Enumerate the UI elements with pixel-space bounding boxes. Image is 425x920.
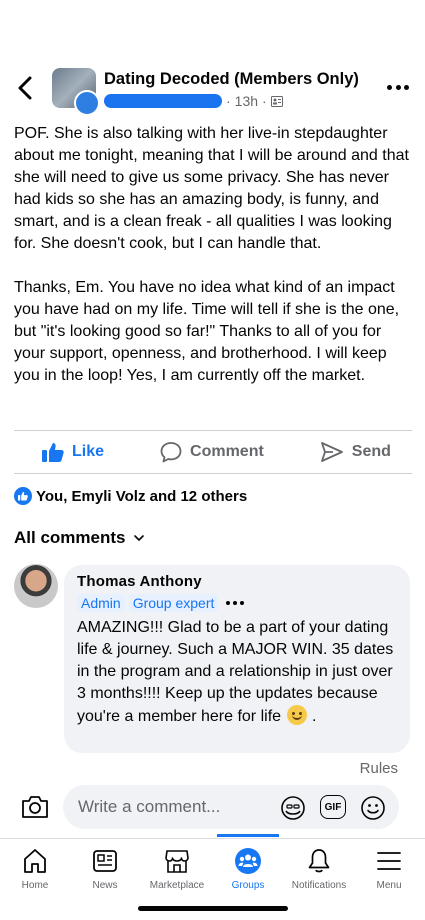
smile-emoji-icon	[287, 705, 308, 725]
divider	[14, 430, 412, 431]
comment-author[interactable]: Thomas Anthony	[77, 573, 398, 590]
post-actions: Like Comment Send	[14, 432, 412, 472]
home-indicator	[138, 906, 288, 911]
meta-separator: ·	[262, 93, 267, 109]
reactions-text: You, Emyli Volz and 12 others	[36, 487, 248, 505]
tab-label: News	[92, 880, 118, 891]
comment-bubble: Thomas Anthony Admin Group expert AMAZIN…	[64, 565, 410, 753]
chevron-down-icon	[134, 535, 145, 541]
tab-label: Menu	[376, 880, 402, 891]
bell-icon	[308, 849, 330, 873]
gif-label: GIF	[324, 801, 342, 813]
more-options-icon[interactable]	[387, 76, 409, 98]
author-avatar[interactable]	[74, 90, 100, 116]
comment-badges: Admin Group expert	[77, 593, 398, 613]
tab-label: Groups	[231, 880, 265, 891]
redacted-author-name	[104, 94, 222, 108]
bottom-tab-bar: Home News Marketplace Groups Notificatio…	[0, 838, 425, 898]
meta-separator: ·	[226, 93, 231, 109]
post-meta: · 13h ·	[104, 92, 283, 110]
avatar-sticker-icon[interactable]	[280, 795, 306, 821]
post-header: Dating Decoded (Members Only) · 13h ·	[0, 58, 425, 120]
divider	[14, 473, 412, 474]
like-reaction-icon	[14, 487, 32, 505]
active-tab-indicator	[217, 834, 279, 837]
gif-icon[interactable]: GIF	[320, 795, 346, 819]
comment-label: Comment	[190, 443, 264, 460]
like-label: Like	[72, 443, 105, 460]
post-time[interactable]: 13h	[235, 93, 258, 109]
badge-more-icon[interactable]	[226, 601, 245, 605]
rules-link[interactable]: Rules	[360, 760, 398, 777]
members-only-icon	[270, 95, 283, 107]
groups-icon	[235, 848, 261, 874]
tab-home[interactable]: Home	[14, 839, 56, 899]
camera-icon[interactable]	[20, 793, 50, 821]
admin-badge[interactable]: Admin	[77, 594, 125, 612]
emoji-icon[interactable]	[360, 795, 386, 821]
back-arrow-icon[interactable]	[14, 74, 38, 102]
news-icon	[93, 850, 117, 872]
group-name[interactable]: Dating Decoded (Members Only)	[104, 70, 359, 89]
comments-sort-dropdown[interactable]: All comments	[14, 528, 145, 548]
comment-text: AMAZING!!! Glad to be a part of your dat…	[77, 617, 398, 728]
tab-marketplace[interactable]: Marketplace	[144, 839, 210, 899]
comment-button[interactable]: Comment	[132, 441, 292, 463]
post-paragraph: POF. She is also talking with her live-i…	[14, 125, 409, 252]
tab-groups[interactable]: Groups	[221, 839, 275, 899]
group-expert-badge[interactable]: Group expert	[128, 594, 219, 612]
thumbs-up-icon	[42, 443, 64, 462]
menu-icon	[377, 852, 401, 870]
tab-news[interactable]: News	[82, 839, 128, 899]
comment-placeholder: Write a comment...	[78, 797, 221, 816]
comments-sort-label: All comments	[14, 528, 126, 547]
comment-icon	[160, 442, 182, 463]
like-button[interactable]: Like	[14, 442, 132, 462]
marketplace-icon	[165, 850, 189, 873]
tab-menu[interactable]: Menu	[370, 839, 408, 899]
commenter-avatar[interactable]	[14, 564, 58, 608]
reactions-summary[interactable]: You, Emyli Volz and 12 others	[14, 487, 247, 505]
send-icon	[320, 442, 343, 462]
send-label: Send	[351, 443, 391, 460]
comment-tail: .	[311, 708, 317, 725]
comment-input[interactable]: Write a comment... GIF	[63, 785, 399, 829]
tab-label: Marketplace	[149, 880, 205, 891]
tab-label: Notifications	[291, 880, 347, 891]
comment-body: AMAZING!!! Glad to be a part of your dat…	[77, 619, 394, 725]
post-text: POF. She is also talking with her live-i…	[14, 123, 414, 409]
home-icon	[24, 849, 46, 873]
tab-label: Home	[21, 880, 49, 891]
post-paragraph: Thanks, Em. You have no idea what kind o…	[14, 279, 400, 384]
send-button[interactable]: Send	[292, 441, 419, 463]
tab-notifications[interactable]: Notifications	[286, 839, 352, 899]
